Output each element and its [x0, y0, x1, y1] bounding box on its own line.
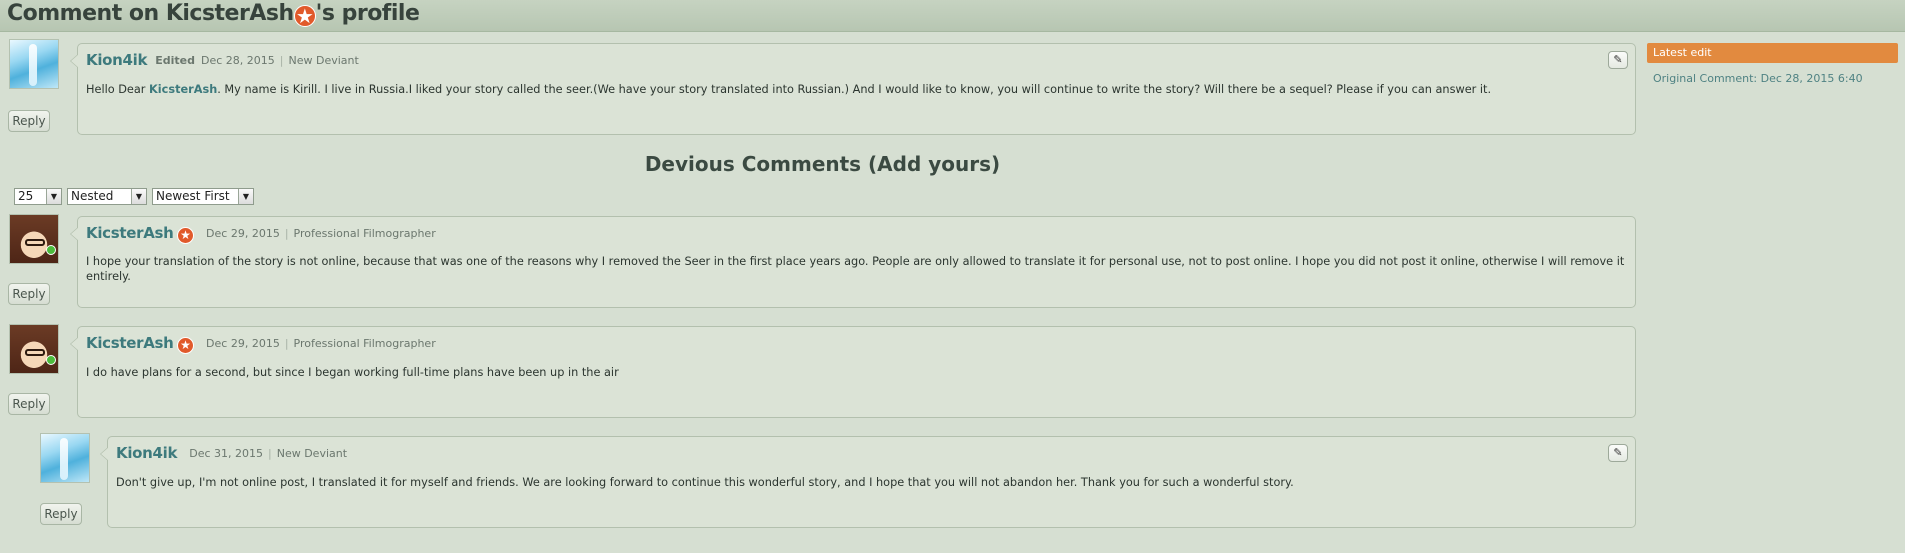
comment-body: Hello Dear KicsterAsh. My name is Kirill…	[86, 82, 1627, 97]
sort-order-value: Newest First	[156, 189, 230, 203]
user-role: Professional Filmographer	[293, 227, 436, 240]
comment-item: KicsterAsh ★ Dec 29, 2015 | Professional Fi…	[70, 326, 1636, 418]
avatar[interactable]	[9, 214, 59, 264]
view-mode-value: Nested	[71, 189, 114, 203]
comment-body: Don't give up, I'm not online post, I tr…	[116, 476, 1294, 489]
sort-order-select[interactable]: Newest First ▼	[152, 188, 254, 205]
comment-username[interactable]: KicsterAsh	[86, 224, 174, 242]
meta-separator: |	[279, 54, 284, 67]
comment-meta: Kion4ik Edited Dec 28, 2015 | New Deviant	[86, 51, 359, 69]
deviant-star-icon: ★	[293, 5, 316, 27]
comment-meta: KicsterAsh ★ Dec 29, 2015 | Professional Fi…	[86, 224, 436, 244]
root-comment: Kion4ik Edited Dec 28, 2015 | New Deviant ✎ …	[70, 43, 1636, 135]
comment-date[interactable]: Dec 29, 2015	[206, 337, 280, 350]
comment-username[interactable]: Kion4ik	[116, 444, 178, 462]
reply-button[interactable]: Reply	[40, 503, 82, 525]
page-header: Comment on KicsterAsh ★'s profile	[0, 0, 1905, 32]
user-role: New Deviant	[288, 54, 359, 67]
comment-username[interactable]: Kion4ik	[86, 51, 148, 69]
reply-button[interactable]: Reply	[8, 110, 50, 132]
meta-separator: |	[268, 447, 272, 460]
comment-date[interactable]: Dec 28, 2015	[201, 54, 275, 67]
deviant-star-icon: ★	[177, 336, 195, 354]
avatar[interactable]	[9, 39, 59, 89]
dropdown-arrow-icon: ▼	[238, 189, 253, 204]
mention-link[interactable]: KicsterAsh	[149, 83, 217, 96]
comment-username[interactable]: KicsterAsh	[86, 334, 174, 352]
title-username-link[interactable]: KicsterAsh	[166, 1, 294, 26]
edited-label: Edited	[155, 54, 195, 67]
title-suffix: 's profile	[315, 1, 420, 26]
comment-meta: KicsterAsh ★ Dec 29, 2015 | Professional Fi…	[86, 334, 436, 354]
original-comment-link[interactable]: Original Comment: Dec 28, 2015 6:40	[1653, 72, 1863, 85]
reply-button[interactable]: Reply	[8, 393, 50, 415]
comment-body: I hope your translation of the story is …	[86, 255, 1625, 283]
per-page-value: 25	[18, 189, 34, 203]
comments-section-title[interactable]: Devious Comments (Add yours)	[0, 152, 1645, 176]
comment-date[interactable]: Dec 31, 2015	[189, 447, 263, 460]
comment-text-part: . My name is Kirill. I live in Russia.I …	[217, 83, 1492, 96]
user-role: Professional Filmographer	[293, 337, 436, 350]
dropdown-arrow-icon: ▼	[46, 189, 61, 204]
meta-separator: |	[284, 337, 289, 350]
page-title: Comment on KicsterAsh ★'s profile	[7, 0, 420, 31]
latest-edit-tab[interactable]: Latest edit	[1647, 43, 1898, 63]
comment-item: KicsterAsh ★ Dec 29, 2015 | Professional Fi…	[70, 216, 1636, 308]
dropdown-arrow-icon: ▼	[131, 189, 146, 204]
pencil-icon[interactable]: ✎	[1608, 51, 1628, 69]
comment-text-part: Hello Dear	[86, 83, 150, 96]
per-page-select[interactable]: 25 ▼	[14, 188, 62, 205]
comment-meta: Kion4ik Dec 31, 2015 | New Deviant	[116, 444, 347, 462]
pencil-icon[interactable]: ✎	[1608, 444, 1628, 462]
deviant-star-icon: ★	[177, 226, 195, 244]
title-prefix: Comment on	[7, 1, 166, 26]
comment-date[interactable]: Dec 29, 2015	[206, 227, 280, 240]
comment-body: I do have plans for a second, but since …	[86, 366, 619, 379]
comment-item: Kion4ik Dec 31, 2015 | New Deviant ✎ Don't …	[100, 436, 1636, 528]
reply-button[interactable]: Reply	[8, 283, 50, 305]
avatar[interactable]	[9, 324, 59, 374]
meta-separator: |	[284, 227, 289, 240]
user-role: New Deviant	[276, 447, 348, 460]
view-mode-select[interactable]: Nested ▼	[67, 188, 147, 205]
avatar[interactable]	[40, 433, 90, 483]
